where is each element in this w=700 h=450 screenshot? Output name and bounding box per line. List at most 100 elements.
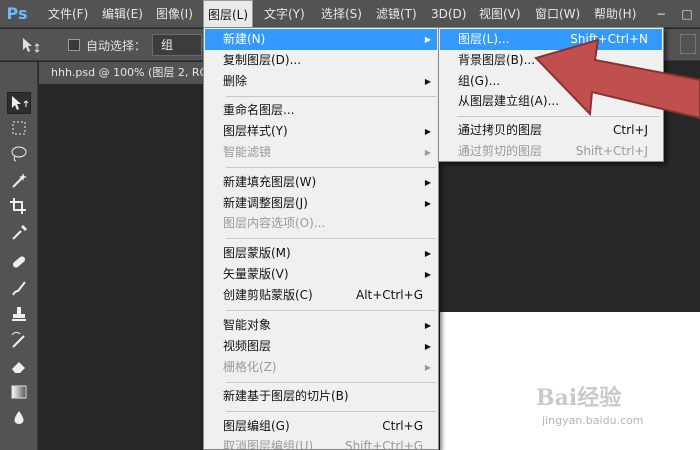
document-tab[interactable]: hhh.psd @ 100% (图层 2, RG	[39, 62, 209, 84]
menu-edit[interactable]: 编辑(E)	[98, 0, 147, 28]
history-brush-tool-icon[interactable]	[7, 330, 31, 352]
menu-item-label: 组(G)...	[458, 74, 501, 88]
menu-bar: Ps 文件(F) 编辑(E) 图像(I) 图层(L) 文字(Y) 选择(S) 滤…	[0, 0, 700, 28]
photoshop-logo: Ps	[6, 4, 28, 23]
menu-item-label: 新建调整图层(J)	[223, 196, 308, 210]
menu-item-label: 复制图层(D)...	[223, 53, 302, 67]
brush-tool-icon[interactable]	[7, 278, 31, 300]
menu-item-duplicate-layer[interactable]: 复制图层(D)...	[205, 50, 437, 71]
crop-tool-icon[interactable]	[7, 196, 31, 218]
submenu-item-group[interactable]: 组(G)...	[440, 71, 662, 92]
menu-item-label: 新建基于图层的切片(B)	[223, 389, 349, 403]
menu-item-label: 智能对象	[223, 318, 272, 332]
menu-item-label: 图层内容选项(O)...	[223, 216, 326, 230]
menu-divider	[226, 310, 436, 311]
minimize-button[interactable]: −	[650, 4, 672, 24]
menu-item-label: 图层蒙版(M)	[223, 246, 291, 260]
menu-item-label: 删除	[223, 74, 248, 88]
menu-view[interactable]: 视图(V)	[475, 0, 525, 28]
menu-layer[interactable]: 图层(L)	[203, 0, 254, 28]
menu-item-layer-style[interactable]: 图层样式(Y) ▶	[205, 121, 437, 142]
move-tool-preset-icon[interactable]	[20, 35, 44, 55]
clone-stamp-tool-icon[interactable]	[7, 304, 31, 326]
auto-select-dropdown[interactable]: 组	[152, 34, 202, 56]
submenu-arrow-icon: ▶	[424, 270, 431, 279]
menu-image[interactable]: 图像(I)	[152, 0, 197, 28]
auto-select-checkbox[interactable]	[68, 39, 80, 51]
lasso-tool-icon[interactable]	[7, 144, 31, 166]
submenu-arrow-icon: ▶	[424, 199, 431, 208]
menu-item-layer-content-options: 图层内容选项(O)...	[205, 213, 437, 234]
submenu-item-group-from-layers[interactable]: 从图层建立组(A)...	[440, 91, 662, 112]
layer-menu-dropdown: 新建(N) ▶ 复制图层(D)... 删除 ▶ 重命名图层... 图层样式(Y)…	[203, 27, 439, 450]
menu-item-new-layer-based-slice[interactable]: 新建基于图层的切片(B)	[205, 386, 437, 407]
gradient-tool-icon[interactable]	[7, 382, 31, 404]
menu-item-new-fill-layer[interactable]: 新建填充图层(W) ▶	[205, 172, 437, 193]
menu-divider	[226, 167, 436, 168]
submenu-item-layer-via-copy[interactable]: 通过拷贝的图层 Ctrl+J	[440, 120, 662, 141]
submenu-item-background-layer[interactable]: 背景图层(B)...	[440, 50, 662, 71]
menu-item-label: 矢量蒙版(V)	[223, 267, 289, 281]
menu-item-label: 图层样式(Y)	[223, 124, 288, 138]
menu-item-label: 栅格化(Z)	[223, 360, 277, 374]
submenu-arrow-icon: ▶	[424, 77, 431, 86]
menu-item-label: 通过剪切的图层	[458, 144, 543, 158]
menu-divider	[226, 411, 436, 412]
submenu-item-layer-via-cut: 通过剪切的图层 Shift+Ctrl+J	[440, 141, 662, 162]
menu-item-new[interactable]: 新建(N) ▶	[205, 29, 437, 50]
menu-item-label: 通过拷贝的图层	[458, 123, 543, 137]
submenu-arrow-icon: ▶	[424, 127, 431, 136]
move-tool-icon[interactable]	[7, 92, 31, 114]
menu-window[interactable]: 窗口(W)	[531, 0, 584, 28]
menu-item-layer-mask[interactable]: 图层蒙版(M) ▶	[205, 243, 437, 264]
menu-item-smart-filter: 智能滤镜 ▶	[205, 142, 437, 163]
tools-panel	[0, 62, 38, 450]
menu-item-shortcut: Shift+Ctrl+J	[575, 144, 648, 158]
menu-item-label: 图层(L)...	[458, 32, 510, 46]
menu-item-label: 智能滤镜	[223, 145, 272, 159]
menu-type[interactable]: 文字(Y)	[260, 0, 309, 28]
healing-brush-tool-icon[interactable]	[7, 252, 31, 274]
menu-item-new-adjustment-layer[interactable]: 新建调整图层(J) ▶	[205, 193, 437, 214]
blur-tool-icon[interactable]	[7, 408, 31, 430]
menu-item-label: 新建填充图层(W)	[223, 175, 317, 189]
submenu-arrow-icon: ▶	[424, 363, 431, 372]
menu-item-label: 背景图层(B)...	[458, 53, 536, 67]
menu-item-label: 取消图层编组(U)	[223, 439, 314, 450]
submenu-arrow-icon: ▶	[424, 148, 431, 157]
menu-divider	[226, 96, 436, 97]
menu-item-shortcut: Shift+Ctrl+G	[344, 439, 423, 450]
menu-item-smart-object[interactable]: 智能对象 ▶	[205, 315, 437, 336]
menu-item-delete[interactable]: 删除 ▶	[205, 71, 437, 92]
menu-select[interactable]: 选择(S)	[317, 0, 366, 28]
auto-select-label: 自动选择：	[86, 39, 147, 53]
menu-filter[interactable]: 滤镜(T)	[372, 0, 421, 28]
menu-item-rename-layer[interactable]: 重命名图层...	[205, 100, 437, 121]
menu-3d[interactable]: 3D(D)	[427, 0, 470, 28]
align-button[interactable]	[680, 34, 696, 54]
menu-item-video-layer[interactable]: 视频图层 ▶	[205, 336, 437, 357]
menu-help[interactable]: 帮助(H)	[590, 0, 640, 28]
menu-divider	[457, 116, 659, 117]
submenu-arrow-icon: ▶	[424, 249, 431, 258]
menu-item-ungroup-layers: 取消图层编组(U) Shift+Ctrl+G	[205, 436, 437, 450]
menu-item-label: 从图层建立组(A)...	[458, 94, 560, 108]
submenu-arrow-icon: ▶	[424, 342, 431, 351]
submenu-arrow-icon: ▶	[424, 321, 431, 330]
menu-file[interactable]: 文件(F)	[44, 0, 92, 28]
menu-item-label: 视频图层	[223, 339, 272, 353]
maximize-button[interactable]: □	[676, 4, 698, 24]
menu-item-vector-mask[interactable]: 矢量蒙版(V) ▶	[205, 264, 437, 285]
magic-wand-tool-icon[interactable]	[7, 170, 31, 192]
eyedropper-tool-icon[interactable]	[7, 222, 31, 244]
menu-item-shortcut: Ctrl+J	[613, 123, 648, 137]
menu-item-create-clipping-mask[interactable]: 创建剪贴蒙版(C) Alt+Ctrl+G	[205, 285, 437, 306]
submenu-item-layer[interactable]: 图层(L)... Shift+Ctrl+N	[440, 29, 662, 50]
watermark-logo: Bai经验	[536, 385, 622, 411]
eraser-tool-icon[interactable]	[7, 356, 31, 378]
marquee-tool-icon[interactable]	[7, 118, 31, 140]
menu-divider	[226, 382, 436, 383]
watermark-url: jingyan.baidu.com	[542, 414, 644, 427]
menu-item-shortcut: Shift+Ctrl+N	[570, 32, 648, 46]
menu-item-group-layers[interactable]: 图层编组(G) Ctrl+G	[205, 416, 437, 437]
